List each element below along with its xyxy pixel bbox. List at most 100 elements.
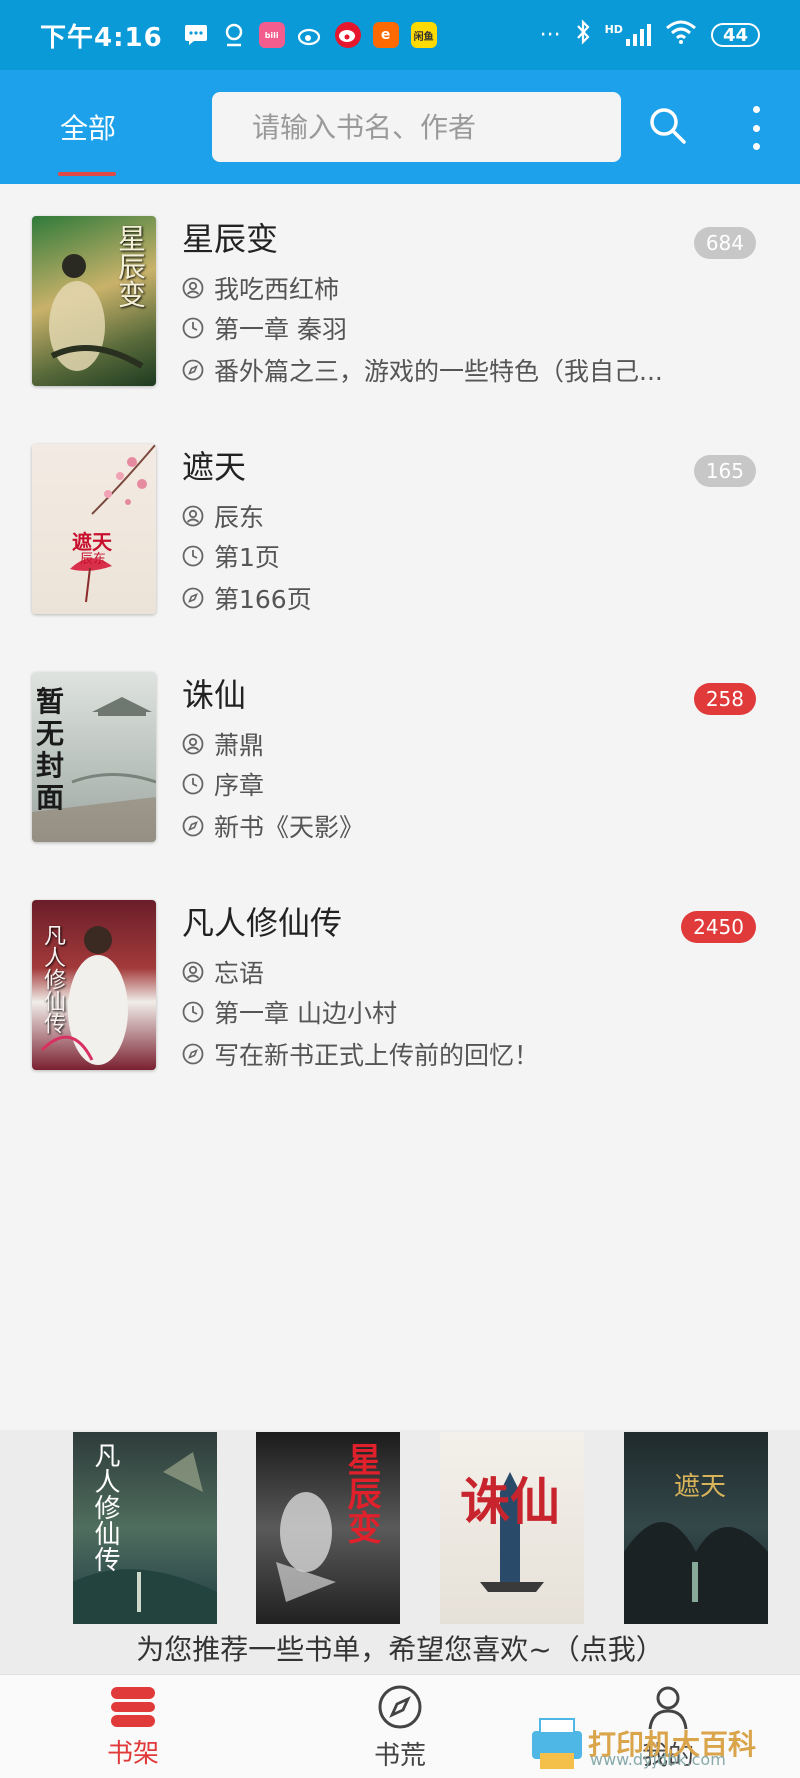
book-read-chapter: 第一章 秦羽 <box>214 315 347 344</box>
recommend-poster[interactable]: 诛仙 <box>440 1432 584 1624</box>
search-box[interactable] <box>212 92 621 162</box>
weibo-color-icon <box>334 22 361 48</box>
book-item-fanrenxiuxianzhuan[interactable]: 凡人修仙传 凡人修仙传 2450 忘语 第一章 山边小村 写在新书正式上传前的回… <box>0 868 800 1096</box>
book-latest-row: 番外篇之三，游戏的一些特色（我自己... <box>182 352 663 388</box>
book-cover: 遮天 辰东 <box>32 444 156 614</box>
more-dot-icon <box>752 106 760 113</box>
book-author-row: 我吃西红柿 <box>182 270 339 306</box>
poster-title: 星辰变 <box>341 1442 381 1544</box>
book-read-row: 第一章 秦羽 <box>182 310 347 346</box>
book-read-chapter: 序章 <box>214 771 265 800</box>
recommendation-banner[interactable]: 凡人修仙传 星辰变 诛仙 遮天 为您推荐一些书单，希望您喜欢~（点我） <box>0 1430 800 1674</box>
book-item-zhetian[interactable]: 遮天 辰东 遮天 165 辰东 第1页 第166页 <box>0 412 800 640</box>
clock-icon <box>182 545 204 567</box>
printer-logo-icon <box>532 1718 582 1769</box>
signal-hd-label: HD <box>604 23 623 36</box>
cover-title: 星辰变 <box>114 224 147 308</box>
recommendation-text[interactable]: 为您推荐一些书单，希望您喜欢~（点我） <box>0 1628 800 1668</box>
book-read-row: 第1页 <box>182 538 280 574</box>
nav-item-discover[interactable]: 书荒 <box>320 1675 480 1778</box>
recommendation-posters: 凡人修仙传 星辰变 诛仙 遮天 <box>0 1432 800 1624</box>
more-dot-icon <box>752 124 760 132</box>
book-author-row: 辰东 <box>182 498 264 534</box>
more-options-button[interactable] <box>744 106 768 150</box>
book-cover: 凡人修仙传 <box>32 900 156 1070</box>
bookshelf-icon <box>111 1686 155 1727</box>
compass-icon <box>378 1685 422 1728</box>
poster-title: 凡人修仙传 <box>90 1442 120 1572</box>
wifi-icon <box>665 20 697 50</box>
search-input[interactable] <box>212 92 621 162</box>
book-author: 萧鼎 <box>214 731 265 760</box>
tab-active-indicator <box>58 172 116 176</box>
book-author-row: 忘语 <box>182 954 264 990</box>
search-icon <box>650 108 686 144</box>
cover-placeholder-text: 暂无封面 <box>36 686 76 814</box>
search-button[interactable] <box>646 104 690 148</box>
book-read-row: 第一章 山边小村 <box>182 994 397 1030</box>
cover-title: 暂无封面 <box>36 685 65 814</box>
book-latest-chapter: 第166页 <box>214 585 312 614</box>
poster-title: 遮天 <box>674 1472 727 1502</box>
recommend-poster[interactable]: 星辰变 <box>256 1432 400 1624</box>
unread-count-badge: 2450 <box>681 911 756 943</box>
unread-count-badge: 684 <box>693 227 756 259</box>
book-title: 凡人修仙传 <box>182 904 343 942</box>
book-read-chapter: 第一章 山边小村 <box>214 999 397 1028</box>
location-icon <box>221 22 247 48</box>
cover-author: 辰东 <box>80 552 107 567</box>
person-icon <box>182 277 204 299</box>
compass-icon <box>182 587 204 609</box>
book-item-zhuxian[interactable]: 暂无封面 诛仙 258 萧鼎 序章 新书《天影》 <box>0 640 800 868</box>
book-title: 星辰变 <box>182 220 279 258</box>
person-icon <box>182 505 204 527</box>
book-latest-chapter: 番外篇之三，游戏的一些特色（我自己... <box>214 357 663 386</box>
more-dot-icon <box>752 143 760 150</box>
recommend-poster[interactable]: 凡人修仙传 <box>73 1432 217 1624</box>
book-author: 忘语 <box>214 959 265 988</box>
person-icon <box>182 961 204 983</box>
book-cover: 暂无封面 <box>32 672 156 842</box>
book-cover: 星辰变 <box>32 216 156 386</box>
book-latest-chapter: 写在新书正式上传前的回忆！ <box>214 1041 540 1070</box>
tab-all-label: 全部 <box>59 112 116 145</box>
unread-count-badge: 165 <box>693 455 756 487</box>
book-author: 辰东 <box>214 503 265 532</box>
book-read-row: 序章 <box>182 766 264 802</box>
book-latest-row: 第166页 <box>182 580 312 616</box>
clock-icon <box>182 1001 204 1023</box>
weibo-icon <box>297 22 323 48</box>
app-header: 全部 <box>0 70 800 184</box>
status-app-icons: bili e 闲鱼 <box>183 22 437 48</box>
message-icon <box>183 22 209 48</box>
status-bar: 下午4:16 bili e 闲鱼 ··· HD 44 <box>0 0 800 70</box>
book-latest-row: 写在新书正式上传前的回忆！ <box>182 1036 539 1072</box>
book-title: 遮天 <box>182 448 247 486</box>
unread-count-badge: 258 <box>693 683 756 715</box>
cover-title: 凡人修仙传 <box>40 924 65 1034</box>
book-read-chapter: 第1页 <box>214 543 280 572</box>
nav-label: 书荒 <box>373 1740 426 1771</box>
more-notifications-icon: ··· <box>539 22 561 48</box>
compass-icon <box>182 815 204 837</box>
nav-item-bookshelf[interactable]: 书架 <box>53 1675 213 1778</box>
clock-icon <box>182 773 204 795</box>
book-author: 我吃西红柿 <box>214 275 340 304</box>
book-item-xingchenbian[interactable]: 星辰变 星辰变 684 我吃西红柿 第一章 秦羽 番外篇之三，游戏的一些特色（我… <box>0 184 800 412</box>
status-system-icons: ··· HD 44 <box>540 19 760 51</box>
book-title: 诛仙 <box>182 676 247 714</box>
app-orange-icon: e <box>372 22 399 48</box>
watermark-url: www.dyjdbk.com <box>590 1750 726 1769</box>
poster-title: 诛仙 <box>460 1472 560 1531</box>
xianyu-icon: 闲鱼 <box>410 22 437 48</box>
watermark: 打印机大百科 www.dyjdbk.com <box>526 1710 796 1776</box>
signal-icon: HD <box>605 23 651 47</box>
bluetooth-icon <box>575 19 591 51</box>
book-latest-chapter: 新书《天影》 <box>214 813 365 842</box>
clock-icon <box>182 317 204 339</box>
nav-label: 书架 <box>106 1738 159 1769</box>
compass-icon <box>182 359 204 381</box>
book-latest-row: 新书《天影》 <box>182 808 364 844</box>
recommend-poster[interactable]: 遮天 <box>624 1432 768 1624</box>
tab-all[interactable]: 全部 <box>48 70 128 184</box>
